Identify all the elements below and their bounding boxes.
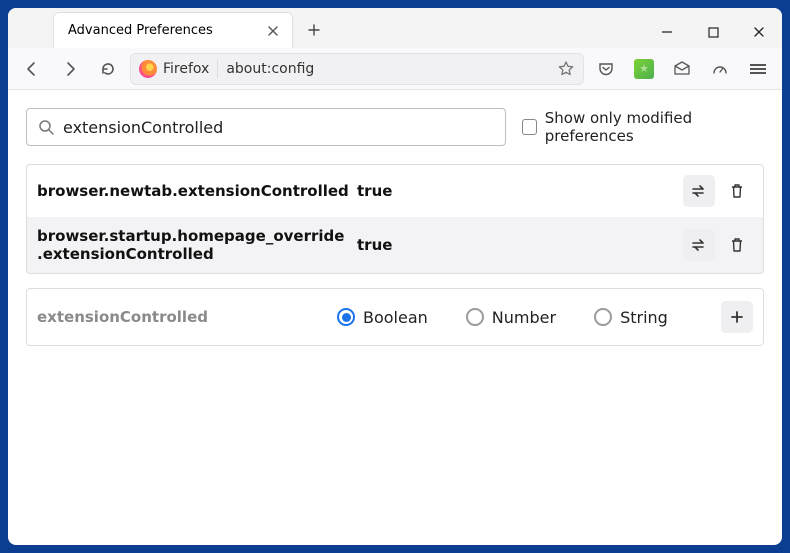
add-preference-name: extensionControlled [37, 308, 337, 326]
close-window-button[interactable] [736, 16, 782, 48]
add-preference-row: extensionControlled Boolean Number Strin… [26, 288, 764, 346]
radio-icon [337, 308, 355, 326]
type-label: String [620, 308, 668, 327]
radio-icon [466, 308, 484, 326]
search-row: Show only modified preferences [26, 108, 764, 146]
close-icon [753, 26, 765, 38]
plus-icon [729, 309, 745, 325]
type-boolean[interactable]: Boolean [337, 308, 428, 327]
new-tab-button[interactable] [299, 15, 329, 45]
delete-button[interactable] [721, 229, 753, 261]
preference-value: true [357, 236, 677, 254]
close-tab-button[interactable] [264, 22, 282, 40]
reload-icon [99, 60, 117, 78]
extension-icon [634, 59, 654, 79]
bookmark-star-icon[interactable] [557, 60, 575, 78]
modified-only-toggle[interactable]: Show only modified preferences [522, 109, 764, 145]
close-icon [267, 25, 279, 37]
gauge-icon [711, 60, 729, 78]
browser-window: Advanced Preferences [8, 8, 782, 545]
arrow-right-icon [61, 60, 79, 78]
swap-icon [690, 236, 708, 254]
modified-only-label: Show only modified preferences [545, 109, 764, 145]
type-options: Boolean Number String [337, 308, 715, 327]
minimize-icon [661, 26, 673, 38]
preference-name: browser.startup.homepage_override.extens… [37, 227, 357, 263]
add-button[interactable] [721, 301, 753, 333]
address-bar[interactable]: Firefox [130, 53, 584, 85]
type-string[interactable]: String [594, 308, 668, 327]
about-config-page: Show only modified preferences browser.n… [8, 90, 782, 364]
arrow-left-icon [23, 60, 41, 78]
swap-icon [690, 182, 708, 200]
inbox-button[interactable] [666, 53, 698, 85]
search-box[interactable] [26, 108, 506, 146]
checkbox-icon [522, 119, 537, 135]
pocket-button[interactable] [590, 53, 622, 85]
type-label: Number [492, 308, 556, 327]
toolbar: Firefox [8, 48, 782, 90]
toggle-button[interactable] [683, 175, 715, 207]
back-button[interactable] [16, 53, 48, 85]
type-label: Boolean [363, 308, 428, 327]
maximize-button[interactable] [690, 16, 736, 48]
forward-button[interactable] [54, 53, 86, 85]
radio-icon [594, 308, 612, 326]
preference-list: browser.newtab.extensionControlled true … [26, 164, 764, 274]
preference-value: true [357, 182, 677, 200]
inbox-icon [673, 60, 691, 78]
search-icon [37, 118, 55, 136]
tab-title: Advanced Preferences [68, 23, 213, 38]
search-input[interactable] [63, 118, 495, 137]
performance-button[interactable] [704, 53, 736, 85]
maximize-icon [708, 27, 719, 38]
hamburger-icon [750, 62, 766, 76]
pocket-icon [597, 60, 615, 78]
trash-icon [728, 182, 746, 200]
tab-strip-spacer [8, 12, 53, 48]
minimize-button[interactable] [644, 16, 690, 48]
preference-name: browser.newtab.extensionControlled [37, 182, 357, 200]
identity-label: Firefox [163, 61, 209, 77]
window-controls [644, 16, 782, 48]
type-number[interactable]: Number [466, 308, 556, 327]
firefox-logo-icon [139, 60, 157, 78]
identity-box[interactable]: Firefox [139, 60, 218, 78]
plus-icon [307, 23, 321, 37]
url-input[interactable] [226, 61, 549, 77]
preference-row: browser.newtab.extensionControlled true [27, 165, 763, 217]
toggle-button[interactable] [683, 229, 715, 261]
preference-row: browser.startup.homepage_override.extens… [27, 217, 763, 273]
reload-button[interactable] [92, 53, 124, 85]
app-menu-button[interactable] [742, 53, 774, 85]
title-bar: Advanced Preferences [8, 8, 782, 48]
extension-button[interactable] [628, 53, 660, 85]
browser-tab[interactable]: Advanced Preferences [53, 12, 293, 48]
delete-button[interactable] [721, 175, 753, 207]
trash-icon [728, 236, 746, 254]
